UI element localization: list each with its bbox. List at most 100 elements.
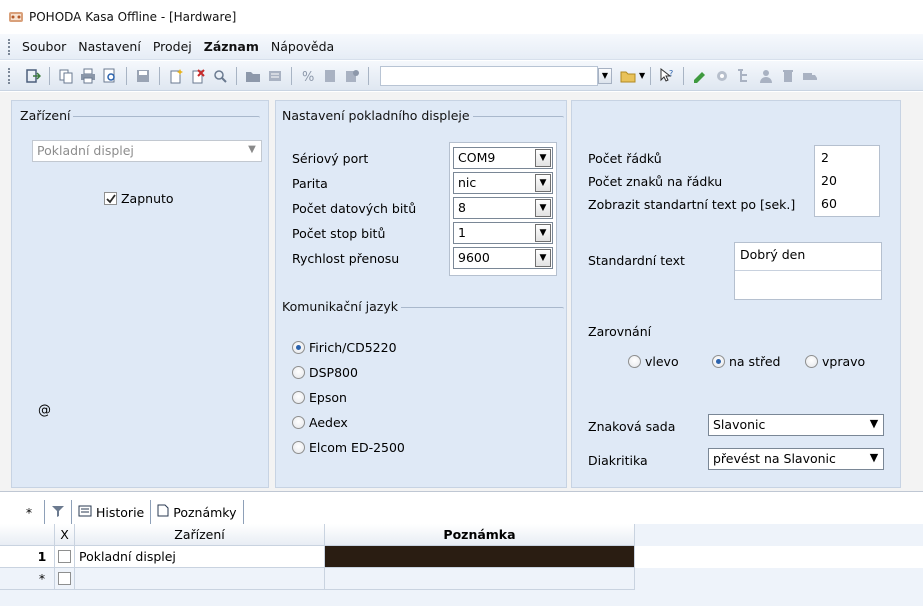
toolbar-search-field[interactable] (380, 65, 598, 86)
delete-record-icon[interactable] (190, 68, 206, 84)
folder-icon[interactable] (620, 68, 636, 84)
truck-icon[interactable] (802, 68, 818, 84)
row-checkbox-cell[interactable] (55, 546, 75, 568)
chars-per-row-input[interactable]: 20 (821, 173, 837, 188)
at-symbol: @ (38, 403, 51, 418)
standard-text-line1-input[interactable]: Dobrý den (735, 243, 881, 271)
language-option-firich[interactable]: Firich/CD5220 (292, 340, 397, 355)
enabled-label: Zapnuto (120, 191, 174, 206)
language-option-elcom[interactable]: Elcom ED-2500 (292, 440, 405, 455)
device-select[interactable]: Pokladní displej ▼ (32, 140, 262, 162)
menu-grip-handle[interactable] (8, 38, 12, 55)
chevron-down-icon[interactable]: ▼ (639, 71, 645, 80)
tab-history[interactable]: Historie (71, 500, 151, 524)
alignment-option-center[interactable]: na střed (712, 354, 780, 369)
menu-zaznam[interactable]: Záznam (204, 39, 259, 54)
records-grid: X Zařízení Poznámka 1 Pokladní displej * (0, 524, 923, 606)
show-standard-text-input[interactable]: 60 (821, 196, 837, 211)
language-option-epson[interactable]: Epson (292, 390, 347, 405)
rows-input[interactable]: 2 (821, 150, 829, 165)
tree-icon[interactable] (736, 68, 752, 84)
find-record-icon[interactable] (212, 68, 228, 84)
radio-button[interactable] (805, 355, 818, 368)
print-preview-icon[interactable] (102, 68, 118, 84)
stop-bits-value: 1 (458, 225, 466, 240)
charset-label: Znaková sada (588, 419, 676, 434)
toolbar-separator (159, 66, 160, 85)
save-icon[interactable] (135, 68, 151, 84)
diacritics-label: Diakritika (588, 453, 648, 468)
row-checkbox-cell[interactable] (55, 568, 75, 590)
user-icon[interactable] (758, 68, 774, 84)
copy-icon[interactable] (58, 68, 74, 84)
toolbar-grip-handle[interactable] (8, 67, 12, 84)
settings-gear-icon[interactable] (714, 68, 730, 84)
column-header-device[interactable]: Zařízení (75, 524, 325, 546)
device-groupbox: Zařízení (20, 108, 260, 478)
diacritics-select[interactable]: převést na Slavonic ▼ (708, 448, 884, 470)
note-icon (157, 504, 169, 520)
radio-button[interactable] (628, 355, 641, 368)
row-note-cell[interactable] (325, 546, 635, 568)
radio-button[interactable] (292, 416, 305, 429)
radio-label: vpravo (822, 354, 866, 369)
tab-notes[interactable]: Poznámky (150, 500, 244, 524)
column-header-x[interactable]: X (55, 524, 75, 546)
table-row[interactable]: 1 Pokladní displej (0, 546, 923, 568)
trash-icon[interactable] (780, 68, 796, 84)
menu-soubor[interactable]: Soubor (22, 39, 66, 54)
alignment-label: Zarovnání (588, 324, 652, 339)
alignment-option-right[interactable]: vpravo (805, 354, 865, 369)
enabled-checkbox-row[interactable]: Zapnuto (104, 191, 174, 206)
list-icon[interactable] (267, 68, 283, 84)
chevron-down-icon: ▼ (535, 174, 551, 192)
print-icon[interactable] (80, 68, 96, 84)
row-checkbox[interactable] (58, 550, 71, 563)
toolbar-separator (291, 66, 292, 85)
help-cursor-icon[interactable]: ? (659, 67, 675, 84)
menu-prodej[interactable]: Prodej (153, 39, 192, 54)
radio-button[interactable] (292, 441, 305, 454)
column-header-note[interactable]: Poznámka (325, 524, 635, 546)
data-bits-select[interactable]: 8 ▼ (453, 197, 553, 219)
language-option-aedex[interactable]: Aedex (292, 415, 348, 430)
radio-button[interactable] (292, 366, 305, 379)
standard-text-line2-input[interactable] (735, 271, 881, 299)
charset-select[interactable]: Slavonic ▼ (708, 414, 884, 436)
tab-filter[interactable] (44, 500, 71, 524)
enabled-checkbox[interactable] (104, 192, 117, 205)
document-icon[interactable] (322, 68, 338, 84)
toolbar-separator (126, 66, 127, 85)
exit-icon[interactable] (25, 68, 42, 84)
menu-napoveda[interactable]: Nápověda (271, 39, 334, 54)
chevron-down-icon: ▼ (248, 144, 256, 155)
radio-button[interactable] (712, 355, 725, 368)
doc-link-icon[interactable] (344, 68, 360, 84)
row-device-cell[interactable]: Pokladní displej (75, 546, 325, 568)
chevron-down-icon[interactable]: ▼ (598, 67, 612, 84)
row-checkbox[interactable] (58, 572, 71, 585)
row-device-cell[interactable] (75, 568, 325, 590)
percent-icon[interactable]: % (300, 68, 316, 85)
chevron-down-icon: ▼ (535, 249, 551, 267)
radio-button[interactable] (292, 341, 305, 354)
alignment-option-left[interactable]: vlevo (628, 354, 679, 369)
baud-rate-select[interactable]: 9600 ▼ (453, 247, 553, 269)
tab-all-records[interactable]: * (14, 500, 44, 524)
new-record-icon[interactable] (168, 68, 184, 84)
menu-nastaveni[interactable]: Nastavení (78, 39, 141, 54)
device-select-value: Pokladní displej (37, 143, 134, 158)
parity-select[interactable]: nic ▼ (453, 172, 553, 194)
language-option-dsp800[interactable]: DSP800 (292, 365, 358, 380)
stop-bits-select[interactable]: 1 ▼ (453, 222, 553, 244)
folder-open-icon[interactable] (245, 68, 261, 84)
serial-port-select[interactable]: COM9 ▼ (453, 147, 553, 169)
row-note-cell[interactable] (325, 568, 635, 590)
new-row-indicator: * (0, 568, 55, 590)
table-row[interactable]: * (0, 568, 923, 590)
edit-pencil-icon[interactable] (692, 68, 708, 84)
pohoda-app-icon (8, 9, 24, 25)
radio-label: DSP800 (309, 365, 358, 380)
radio-button[interactable] (292, 391, 305, 404)
radio-label: Elcom ED-2500 (309, 440, 405, 455)
